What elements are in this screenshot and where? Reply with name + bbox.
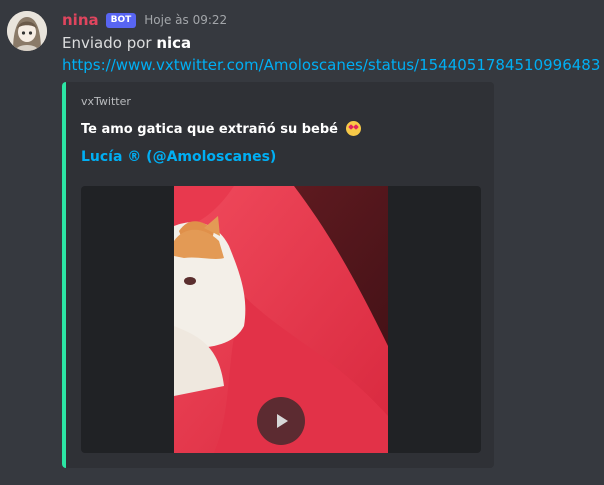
user-avatar[interactable]	[7, 11, 47, 51]
embed-provider: vxTwitter	[81, 95, 131, 108]
bot-badge: BOT	[105, 12, 137, 28]
avatar-image	[7, 11, 47, 51]
message-timestamp: Hoje às 09:22	[144, 13, 228, 27]
embed-author-link[interactable]: Lucía ® (@Amoloscanes)	[81, 149, 276, 165]
link-embed: vxTwitter Te amo gatica que extrañó su b…	[62, 82, 494, 468]
chat-message: nina BOT Hoje às 09:22 Enviado por nica …	[0, 0, 604, 485]
username[interactable]: nina	[62, 11, 99, 29]
message-header: nina BOT Hoje às 09:22	[62, 10, 227, 30]
smiling-face-with-heart-eyes-icon	[345, 121, 361, 136]
sent-by-user: nica	[156, 34, 192, 52]
play-icon[interactable]	[257, 397, 305, 445]
sent-by-prefix: Enviado por	[62, 34, 152, 52]
embed-description-text: Te amo gatica que extrañó su bebé	[81, 122, 338, 137]
embed-description: Te amo gatica que extrañó su bebé	[81, 121, 361, 137]
message-link[interactable]: https://www.vxtwitter.com/Amoloscanes/st…	[62, 56, 600, 74]
embed-video[interactable]	[81, 186, 481, 453]
message-content: Enviado por nica	[62, 34, 191, 52]
